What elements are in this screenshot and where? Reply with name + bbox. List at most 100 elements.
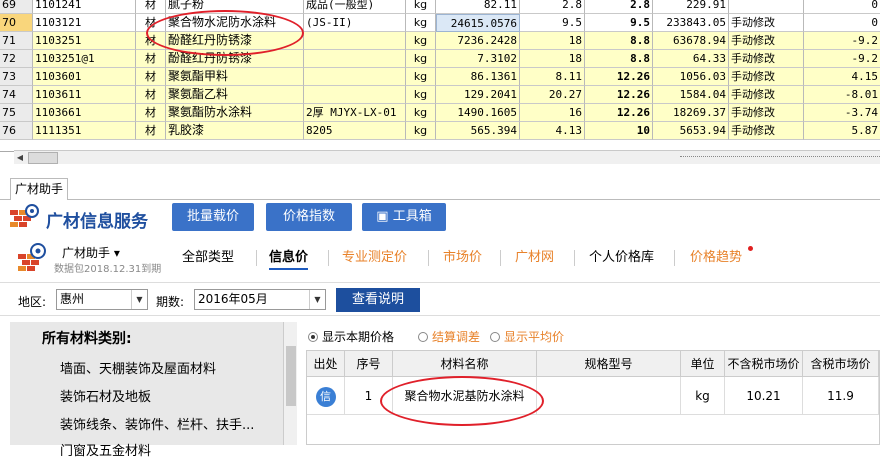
cat-cell[interactable]: 材 [136,104,166,122]
n1-cell[interactable]: 2.8 [520,0,585,14]
region-select[interactable]: 惠州 ▼ [56,289,148,310]
grid-horizontal-scrollbar[interactable]: ◀ [14,150,880,164]
name-cell[interactable]: 聚氨酯乙料 [166,86,304,104]
col-price-incl-tax[interactable]: 含税市场价 [803,351,879,377]
category-scroll-thumb[interactable] [286,346,296,406]
unit-cell[interactable]: kg [406,0,436,14]
name-cell[interactable]: 聚氨酯防水涂料 [166,104,304,122]
spec-cell[interactable] [304,32,406,50]
radio-settlement-adjust[interactable]: 结算调差 [418,328,480,345]
source-cell[interactable]: 信 [307,377,345,415]
n1-cell[interactable]: 9.5 [520,14,585,32]
qty-cell[interactable]: 7.3102 [436,50,520,68]
spec-cell[interactable] [304,68,406,86]
period-select[interactable]: 2016年05月 ▼ [194,289,326,310]
diff-cell[interactable]: -9.2 [804,32,880,50]
n2-cell[interactable]: 12.26 [585,68,653,86]
name-cell[interactable]: 聚氨酯甲料 [166,68,304,86]
nav-guangcai-web[interactable]: 广材网 [515,246,554,270]
diff-cell[interactable]: 5.87 [804,122,880,140]
diff-cell[interactable]: 4.15 [804,68,880,86]
spec-cell[interactable]: 成品(一般型) [304,0,406,14]
col-source[interactable]: 出处 [307,351,345,377]
unit-cell[interactable]: kg [406,86,436,104]
spec-cell[interactable]: 8205 [304,122,406,140]
spec-cell[interactable]: 2厚 MJYX-LX-01 [304,104,406,122]
category-item[interactable]: 门窗及五金材料 [60,440,151,459]
nav-price-trend[interactable]: 价格趋势 [690,246,742,270]
n1-cell[interactable]: 4.13 [520,122,585,140]
code-cell[interactable]: 1103251 [33,32,136,50]
cat-cell[interactable]: 材 [136,86,166,104]
mod-cell[interactable]: 手动修改 [729,32,804,50]
scroll-left-icon[interactable]: ◀ [14,152,26,164]
unit-cell[interactable]: kg [406,32,436,50]
mod-cell[interactable] [729,0,804,14]
table-row[interactable]: 71 1103251 材酚醛红丹防锈漆 kg 7236.2428 18 8.8 63678.9… [0,32,880,50]
qty-cell[interactable]: 1490.1605 [436,104,520,122]
code-cell[interactable]: 1103661 [33,104,136,122]
spec-cell[interactable] [304,50,406,68]
chevron-down-icon[interactable]: ▼ [131,290,147,309]
diff-cell[interactable]: -3.74 [804,104,880,122]
mod-cell[interactable]: 手动修改 [729,104,804,122]
category-item[interactable]: 墙面、天棚装饰及屋面材料 [60,358,216,377]
batch-load-price-button[interactable]: 批量载价 [172,203,254,231]
unit-cell[interactable]: kg [406,68,436,86]
n1-cell[interactable]: 20.27 [520,86,585,104]
spec-cell[interactable]: (JS-II) [304,14,406,32]
category-item[interactable]: 装饰石材及地板 [60,386,151,405]
nav-all-types[interactable]: 全部类型 [182,246,234,270]
col-index[interactable]: 序号 [345,351,393,377]
radio-show-average-price[interactable]: 显示平均价 [490,328,564,345]
n3-cell[interactable]: 64.33 [653,50,729,68]
n1-cell[interactable]: 18 [520,32,585,50]
code-cell[interactable]: 1103601 [33,68,136,86]
n2-cell[interactable]: 10 [585,122,653,140]
table-row[interactable]: 70 1103121 材聚合物水泥防水涂料 (JS-II) kg 24615.0576 9.… [0,14,880,32]
mod-cell[interactable]: 手动修改 [729,86,804,104]
nav-professional-price[interactable]: 专业测定价 [342,246,407,270]
qty-cell[interactable]: 129.2041 [436,86,520,104]
assistant-name[interactable]: 广材助手 ▾ [62,244,120,261]
nav-info-price[interactable]: 信息价 [269,246,309,270]
col-unit[interactable]: 单位 [681,351,725,377]
n3-cell[interactable]: 63678.94 [653,32,729,50]
diff-cell[interactable]: -9.2 [804,50,880,68]
name-cell[interactable]: 乳胶漆 [166,122,304,140]
nav-market-price[interactable]: 市场价 [443,246,482,270]
diff-cell[interactable]: 0 [804,14,880,32]
table-row[interactable]: 69 1101241 材腻子粉 成品(一般型) kg 82.11 2.8 2.8 229.91 0 [0,0,880,14]
n3-cell[interactable]: 229.91 [653,0,729,14]
code-cell[interactable]: 1111351 [33,122,136,140]
n2-cell[interactable]: 12.26 [585,104,653,122]
view-explanation-button[interactable]: 查看说明 [336,288,420,312]
toolbox-button[interactable]: ▣ 工具箱 [362,203,446,231]
table-row[interactable]: 73 1103601 材聚氨酯甲料 kg 86.1361 8.11 12.26 1056.03… [0,68,880,86]
tab-guangcai-assistant[interactable]: 广材助手 [10,178,69,200]
price-index-button[interactable]: 价格指数 [266,203,352,231]
unit-cell[interactable]: kg [406,14,436,32]
mod-cell[interactable]: 手动修改 [729,14,804,32]
col-price-excl-tax[interactable]: 不含税市场价 [725,351,803,377]
col-material-name[interactable]: 材料名称 [393,351,537,377]
cat-cell[interactable]: 材 [136,0,166,14]
mod-cell[interactable]: 手动修改 [729,122,804,140]
code-cell[interactable]: 1103251@1 [33,50,136,68]
radio-show-current-price[interactable]: 显示本期价格 [308,328,394,345]
table-row[interactable]: 74 1103611 材聚氨酯乙料 kg 129.2041 20.27 12.26 1584.… [0,86,880,104]
unit-cell[interactable]: kg [406,50,436,68]
code-cell[interactable]: 1103121 [33,14,136,32]
unit-cell[interactable]: kg [406,122,436,140]
info-source-icon[interactable]: 信 [315,386,336,407]
n1-cell[interactable]: 16 [520,104,585,122]
code-cell[interactable]: 1101241 [33,0,136,14]
table-row[interactable]: 75 1103661 材聚氨酯防水涂料 2厚 MJYX-LX-01 kg 1490.160… [0,104,880,122]
chevron-down-icon[interactable]: ▼ [309,290,325,309]
n3-cell[interactable]: 233843.05 [653,14,729,32]
n2-cell[interactable]: 9.5 [585,14,653,32]
cat-cell[interactable]: 材 [136,68,166,86]
qty-cell[interactable]: 82.11 [436,0,520,14]
nav-personal-price-lib[interactable]: 个人价格库 [589,246,654,270]
n2-cell[interactable]: 8.8 [585,32,653,50]
